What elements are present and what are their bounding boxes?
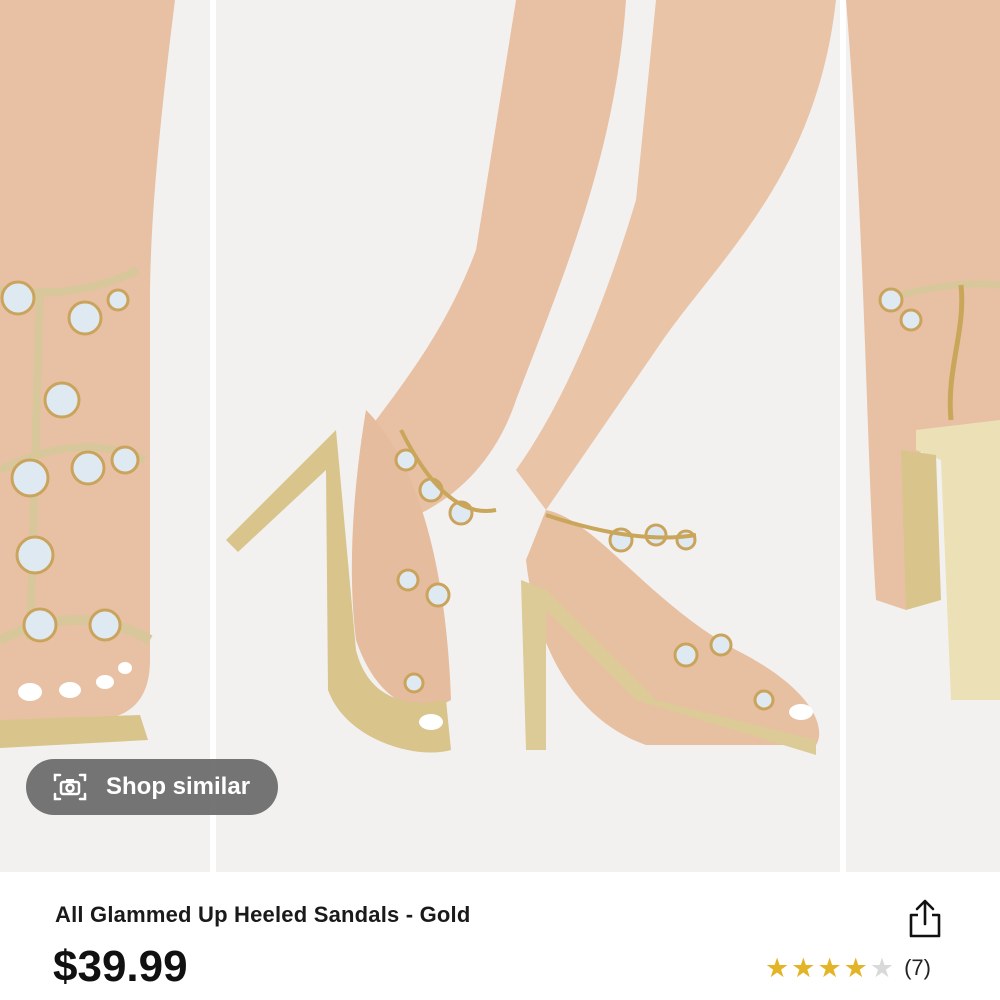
star-icon: ★ bbox=[765, 953, 790, 983]
star-icon: ★ bbox=[843, 953, 868, 983]
star-icon: ★ bbox=[817, 953, 842, 983]
product-image-back[interactable] bbox=[846, 0, 1000, 872]
product-image-side[interactable] bbox=[216, 0, 840, 872]
shop-similar-label: Shop similar bbox=[106, 773, 251, 800]
product-image-gallery[interactable]: Shop similar bbox=[0, 0, 1000, 872]
product-image-front[interactable] bbox=[0, 0, 210, 872]
star-empty-icon: ★ bbox=[869, 953, 895, 983]
product-title: All Glammed Up Heeled Sandals - Gold bbox=[55, 902, 471, 927]
star-icon: ★ bbox=[791, 953, 816, 983]
product-info: All Glammed Up Heeled Sandals - Gold $39… bbox=[0, 872, 1000, 1000]
share-icon bbox=[909, 899, 941, 938]
shop-similar-button[interactable]: Shop similar bbox=[26, 759, 278, 815]
product-price: $39.99 bbox=[53, 942, 188, 991]
share-button[interactable] bbox=[905, 898, 945, 940]
product-rating[interactable]: ★ ★ ★ ★ ★ (7) bbox=[765, 954, 931, 982]
camera-icon bbox=[53, 773, 87, 801]
review-count[interactable]: (7) bbox=[904, 955, 931, 981]
